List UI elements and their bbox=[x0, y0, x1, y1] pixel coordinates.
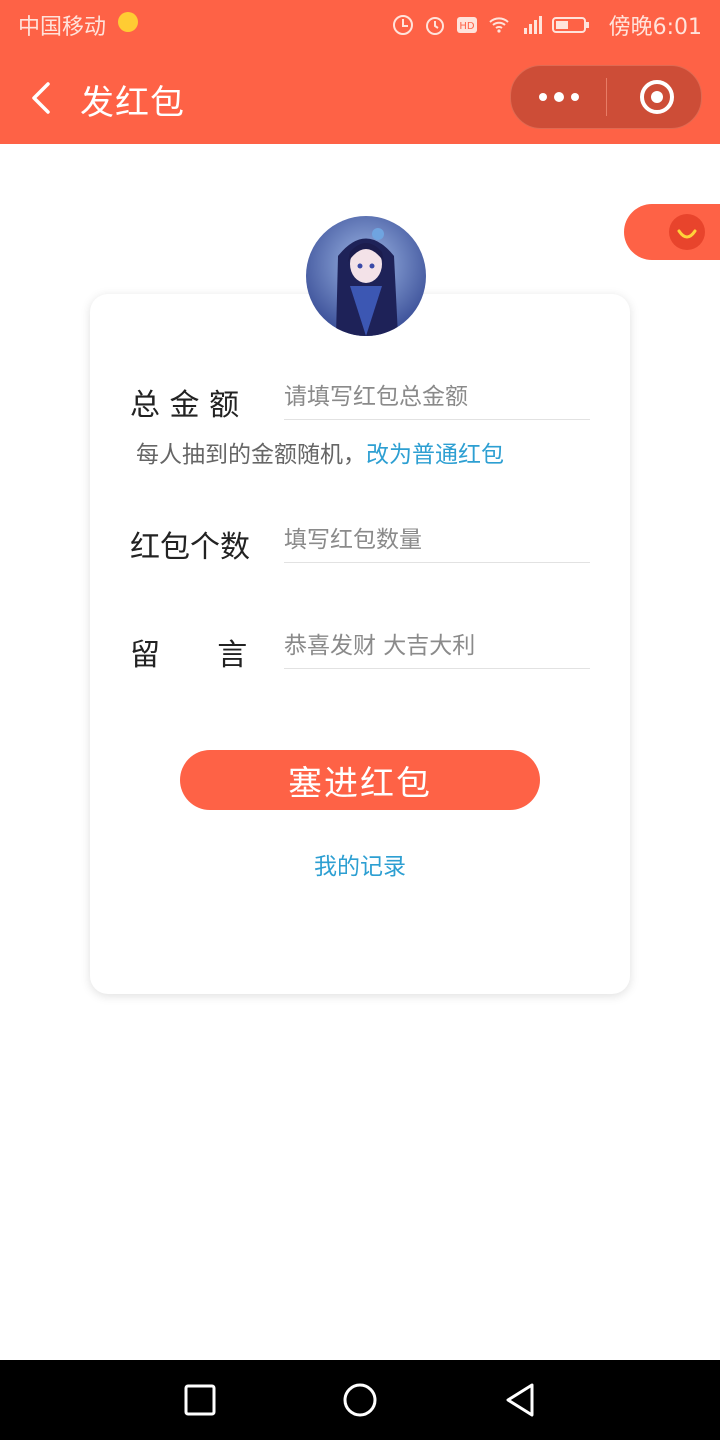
hd-icon: HD bbox=[457, 17, 477, 33]
packet-count-input[interactable] bbox=[284, 518, 590, 563]
message-input[interactable] bbox=[284, 624, 590, 669]
clock: 傍晚6:01 bbox=[608, 15, 702, 40]
alarm-icon bbox=[426, 17, 444, 35]
carrier-emoji-icon bbox=[118, 12, 138, 32]
data-saver-icon bbox=[393, 15, 413, 35]
floating-service-tab[interactable] bbox=[624, 204, 720, 260]
more-dots-icon[interactable] bbox=[531, 76, 587, 118]
capsule-divider bbox=[606, 78, 607, 116]
back-triangle-icon[interactable] bbox=[500, 1380, 540, 1420]
message-label: 留 言 bbox=[130, 638, 248, 673]
avatar-image bbox=[306, 216, 426, 336]
system-nav-bar bbox=[0, 1360, 720, 1440]
battery-icon bbox=[552, 17, 589, 33]
mini-program-capsule bbox=[510, 65, 702, 129]
home-circle-icon[interactable] bbox=[340, 1380, 380, 1420]
status-icons: HD bbox=[392, 12, 590, 38]
4g-signal-icon bbox=[524, 16, 542, 34]
wifi-icon bbox=[489, 17, 509, 33]
packet-count-label: 红包个数 bbox=[130, 530, 250, 565]
total-amount-input[interactable] bbox=[284, 375, 590, 420]
recents-square-icon[interactable] bbox=[180, 1380, 220, 1420]
svg-text:HD: HD bbox=[459, 21, 475, 32]
avatar bbox=[306, 216, 426, 336]
carrier-name: 中国移动 bbox=[18, 15, 107, 40]
hint-text: 每人抽到的金额随机， bbox=[136, 442, 366, 468]
amount-hint: 每人抽到的金额随机，改为普通红包 bbox=[136, 435, 504, 469]
smiley-icon bbox=[669, 214, 705, 250]
target-close-icon[interactable] bbox=[629, 76, 685, 118]
my-records-link[interactable]: 我的记录 bbox=[0, 847, 720, 881]
total-amount-label: 总 金 额 bbox=[130, 388, 240, 423]
nav-bar: 发红包 bbox=[0, 50, 720, 144]
page-title: 发红包 bbox=[80, 83, 185, 123]
switch-to-normal-link[interactable]: 改为普通红包 bbox=[366, 442, 504, 468]
submit-red-packet-button[interactable]: 塞进红包 bbox=[180, 750, 540, 810]
status-bar: 中国移动 HD 傍晚6:01 bbox=[0, 0, 720, 50]
chevron-left-icon[interactable] bbox=[22, 78, 62, 118]
